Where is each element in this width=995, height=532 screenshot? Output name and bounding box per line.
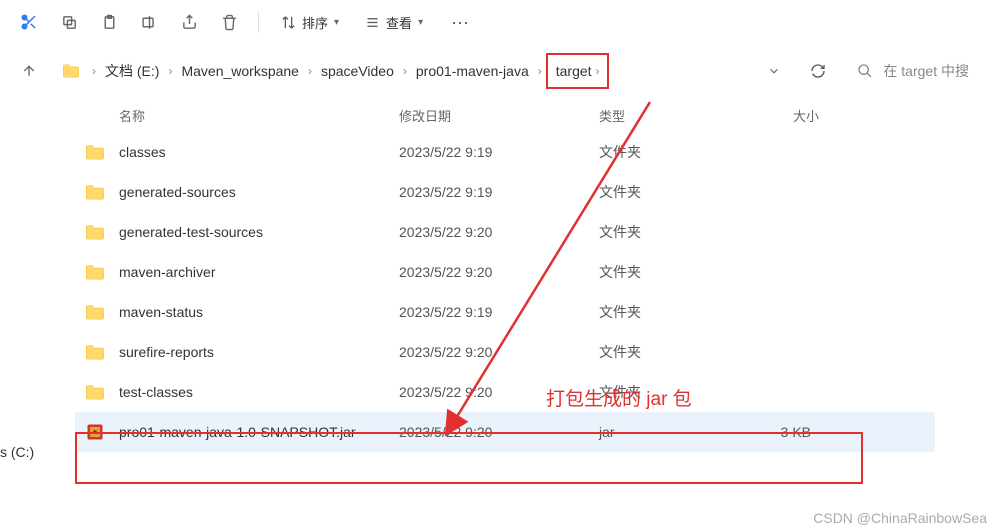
file-type: 文件夹	[599, 382, 729, 402]
folder-icon	[85, 344, 119, 360]
col-date[interactable]: 修改日期	[399, 106, 599, 125]
file-name: generated-test-sources	[119, 224, 399, 240]
file-date: 2023/5/22 9:19	[399, 144, 599, 160]
up-button[interactable]	[16, 58, 42, 84]
chevron-right-icon: ›	[90, 64, 98, 78]
file-type: jar	[599, 424, 729, 440]
file-type: 文件夹	[599, 222, 729, 242]
folder-row[interactable]: surefire-reports2023/5/22 9:20文件夹	[75, 332, 935, 372]
col-type[interactable]: 类型	[599, 106, 729, 125]
file-name: maven-archiver	[119, 264, 399, 280]
file-date: 2023/5/22 9:19	[399, 184, 599, 200]
search-box[interactable]: 在 target 中搜	[847, 61, 979, 81]
file-date: 2023/5/22 9:20	[399, 424, 599, 440]
file-name: maven-status	[119, 304, 399, 320]
folder-icon	[62, 64, 80, 78]
view-label: 查看	[386, 13, 412, 32]
file-name: generated-sources	[119, 184, 399, 200]
chevron-down-icon: ▾	[418, 17, 423, 28]
file-name: surefire-reports	[119, 344, 399, 360]
folder-icon	[85, 224, 119, 240]
folder-row[interactable]: test-classes2023/5/22 9:20文件夹	[75, 372, 935, 412]
file-date: 2023/5/22 9:20	[399, 264, 599, 280]
file-type: 文件夹	[599, 142, 729, 162]
crumb-1[interactable]: Maven_workspane	[174, 53, 306, 89]
col-name[interactable]: 名称	[119, 106, 399, 125]
folder-icon	[85, 304, 119, 320]
crumb-root[interactable]: 文档 (E:)	[98, 53, 166, 89]
column-headers: 名称 修改日期 类型 大小	[75, 98, 935, 132]
refresh-button[interactable]	[803, 56, 833, 86]
search-icon	[857, 63, 873, 79]
file-name: test-classes	[119, 384, 399, 400]
share-button[interactable]	[170, 4, 208, 40]
delete-button[interactable]	[210, 4, 248, 40]
file-date: 2023/5/22 9:20	[399, 224, 599, 240]
history-dropdown[interactable]	[759, 56, 789, 86]
drive-label[interactable]: s (C:)	[0, 444, 34, 460]
folder-row[interactable]: classes2023/5/22 9:19文件夹	[75, 132, 935, 172]
crumb-2[interactable]: spaceVideo	[314, 53, 401, 89]
watermark: CSDN @ChinaRainbowSea	[813, 510, 987, 526]
more-button[interactable]: ···	[437, 12, 483, 33]
file-type: 文件夹	[599, 262, 729, 282]
sort-button[interactable]: 排序 ▾	[269, 4, 351, 40]
folder-icon	[85, 144, 119, 160]
crumb-target[interactable]: target ›	[546, 53, 610, 89]
file-list-area: 名称 修改日期 类型 大小 classes2023/5/22 9:19文件夹ge…	[0, 98, 995, 452]
view-button[interactable]: 查看 ▾	[353, 4, 435, 40]
folder-icon	[85, 264, 119, 280]
file-name: pro01-maven-java-1.0-SNAPSHOT.jar	[119, 424, 399, 440]
copy-button[interactable]	[50, 4, 88, 40]
folder-icon	[85, 184, 119, 200]
file-date: 2023/5/22 9:20	[399, 344, 599, 360]
cut-button[interactable]	[10, 4, 48, 40]
chevron-right-icon: ›	[536, 64, 544, 78]
chevron-right-icon: ›	[306, 64, 314, 78]
file-row[interactable]: pro01-maven-java-1.0-SNAPSHOT.jar2023/5/…	[75, 412, 935, 452]
col-size[interactable]: 大小	[729, 106, 819, 125]
folder-row[interactable]: maven-status2023/5/22 9:19文件夹	[75, 292, 935, 332]
file-date: 2023/5/22 9:19	[399, 304, 599, 320]
chevron-right-icon: ›	[166, 64, 174, 78]
toolbar-separator	[258, 11, 259, 33]
folder-row[interactable]: generated-test-sources2023/5/22 9:20文件夹	[75, 212, 935, 252]
toolbar: 排序 ▾ 查看 ▾ ···	[0, 0, 995, 44]
file-date: 2023/5/22 9:20	[399, 384, 599, 400]
address-row: › 文档 (E:) › Maven_workspane › spaceVideo…	[0, 44, 995, 98]
rename-button[interactable]	[130, 4, 168, 40]
chevron-down-icon: ▾	[334, 17, 339, 28]
search-placeholder: 在 target 中搜	[883, 61, 969, 81]
chevron-right-icon: ›	[401, 64, 409, 78]
chevron-right-icon: ›	[595, 64, 599, 78]
folder-row[interactable]: maven-archiver2023/5/22 9:20文件夹	[75, 252, 935, 292]
folder-row[interactable]: generated-sources2023/5/22 9:19文件夹	[75, 172, 935, 212]
file-type: 文件夹	[599, 302, 729, 322]
paste-button[interactable]	[90, 4, 128, 40]
file-type: 文件夹	[599, 342, 729, 362]
folder-icon	[85, 384, 119, 400]
file-type: 文件夹	[599, 182, 729, 202]
crumb-3[interactable]: pro01-maven-java	[409, 53, 536, 89]
jar-icon	[85, 422, 119, 442]
sort-label: 排序	[302, 13, 328, 32]
file-size: 3 KB	[729, 424, 819, 440]
file-name: classes	[119, 144, 399, 160]
breadcrumb[interactable]: › 文档 (E:) › Maven_workspane › spaceVideo…	[56, 53, 617, 89]
